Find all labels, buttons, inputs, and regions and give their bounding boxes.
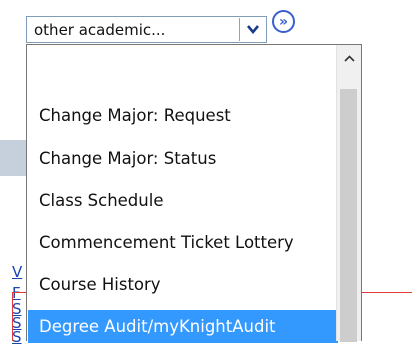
dropdown-item[interactable]: Change Major: Request (28, 99, 338, 132)
select-dropdown-button[interactable] (239, 18, 265, 41)
highlight-line-left (12, 292, 13, 341)
select-value: other academic... (34, 21, 166, 39)
background-header-strip (0, 140, 26, 176)
academic-select[interactable]: other academic... (26, 16, 267, 43)
dropdown-list[interactable]: Change Major: Request Change Major: Stat… (26, 44, 362, 343)
scroll-thumb[interactable] (340, 89, 357, 342)
dropdown-item[interactable]: Change Major: Status (28, 142, 338, 175)
chevron-up-icon (343, 54, 355, 62)
scroll-up-button[interactable] (337, 45, 361, 71)
double-chevron-right-icon: » (278, 13, 288, 30)
dropdown-item[interactable]: Commencement Ticket Lottery (28, 226, 338, 259)
dropdown-item[interactable]: Course History (28, 268, 338, 301)
chevron-down-icon (246, 25, 259, 34)
background-link-fragment[interactable]: S (12, 328, 22, 346)
dropdown-item[interactable]: Class Schedule (28, 184, 338, 217)
go-button[interactable]: » (272, 10, 295, 33)
dropdown-item-selected[interactable]: Degree Audit/myKnightAudit (28, 310, 338, 343)
dropdown-scrollbar[interactable] (336, 45, 361, 342)
background-link-fragment[interactable]: V (12, 263, 22, 281)
